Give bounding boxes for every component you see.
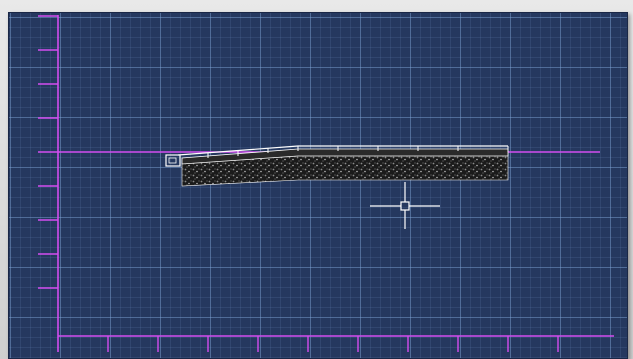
pickbox-icon — [400, 201, 410, 211]
end-block-inner — [168, 157, 177, 164]
end-block — [165, 154, 181, 167]
drawing-canvas[interactable] — [8, 12, 628, 359]
drawing-viewport[interactable] — [8, 12, 628, 359]
road-section-drawing[interactable] — [165, 145, 509, 187]
application-frame — [0, 0, 633, 359]
x-axis-ticks — [107, 336, 559, 352]
crosshair-cursor-icon — [370, 182, 440, 229]
